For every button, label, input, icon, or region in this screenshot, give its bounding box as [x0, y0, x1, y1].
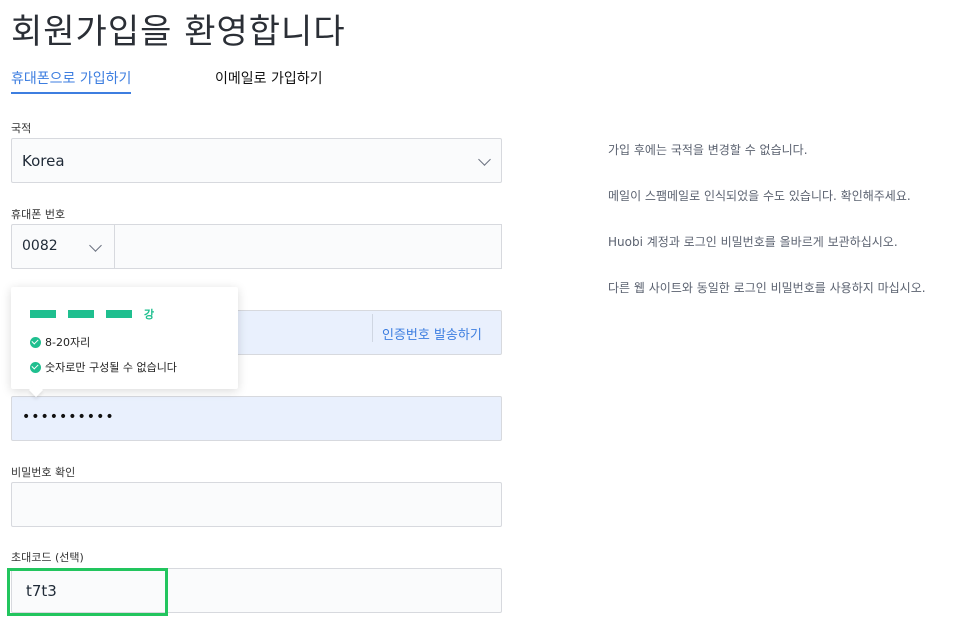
- strength-bar: [30, 310, 56, 318]
- chevron-down-icon: [89, 239, 102, 252]
- tab-email-signup[interactable]: 이메일로 가입하기: [215, 68, 323, 92]
- note-spam: 메일이 스팸메일로 인식되었을 수도 있습니다. 확인해주세요.: [608, 189, 911, 203]
- phone-label: 휴대폰 번호: [11, 208, 66, 221]
- invite-code-input[interactable]: t7t3: [11, 568, 502, 613]
- country-code-select[interactable]: 0082: [11, 224, 115, 269]
- chevron-down-icon: [478, 153, 491, 166]
- rule-not-numeric: 숫자로만 구성될 수 없습니다: [30, 359, 177, 375]
- phone-input[interactable]: [115, 224, 502, 269]
- confirm-password-label: 비밀번호 확인: [11, 466, 76, 479]
- check-circle-icon: [30, 336, 41, 348]
- note-unique-password: 다른 웹 사이트와 동일한 로그인 비밀번호를 사용하지 마십시오.: [608, 281, 926, 295]
- popup-arrow: [28, 382, 44, 398]
- password-input[interactable]: ••••••••••: [11, 396, 502, 441]
- note-nationality: 가입 후에는 국적을 변경할 수 없습니다.: [608, 143, 808, 157]
- rule-not-numeric-text: 숫자로만 구성될 수 없습니다: [45, 361, 177, 374]
- confirm-password-input[interactable]: [11, 482, 502, 527]
- country-code-value: 0082: [22, 238, 58, 254]
- check-circle-icon: [30, 361, 41, 373]
- divider: [372, 314, 373, 342]
- strength-bar: [106, 310, 132, 318]
- rule-length: 8-20자리: [30, 334, 90, 350]
- strength-bar: [68, 310, 94, 318]
- nationality-value: Korea: [22, 152, 65, 170]
- tab-phone-signup[interactable]: 휴대폰으로 가입하기: [11, 68, 132, 94]
- page-title: 회원가입을 환영합니다: [11, 12, 346, 52]
- password-strength-popup: 강 8-20자리 숫자로만 구성될 수 없습니다: [11, 287, 238, 398]
- note-keep-account: Huobi 계정과 로그인 비밀번호를 올바르게 보관하십시오.: [608, 235, 898, 249]
- nationality-label: 국적: [11, 122, 32, 135]
- invite-code-value: t7t3: [26, 582, 57, 600]
- send-code-button[interactable]: 인증번호 발송하기: [382, 324, 482, 343]
- invite-code-label: 초대코드 (선택): [11, 551, 84, 564]
- rule-length-text: 8-20자리: [45, 336, 91, 349]
- strength-label: 강: [144, 308, 155, 321]
- password-value: ••••••••••: [22, 409, 115, 425]
- nationality-select[interactable]: Korea: [11, 138, 502, 183]
